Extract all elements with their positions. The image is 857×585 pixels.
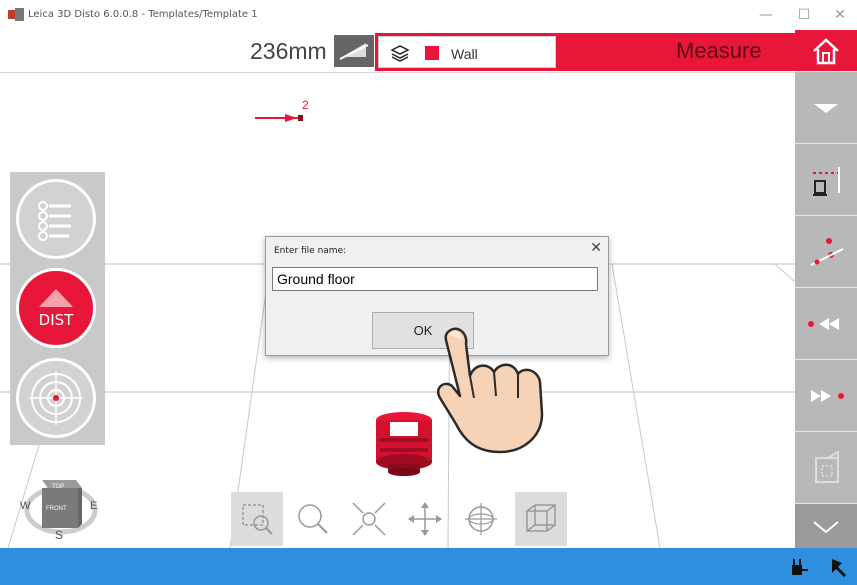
dialog-title: Enter file name: (274, 246, 347, 256)
zoom-extents-icon (352, 502, 386, 536)
height-measure-icon (813, 166, 840, 196)
close-window-button[interactable]: ✕ (826, 4, 854, 26)
next-point-button[interactable] (795, 360, 857, 432)
compass-west: W (20, 500, 31, 512)
list-icon (38, 201, 71, 241)
view-toolbar (231, 492, 567, 546)
scroll-down-button[interactable] (795, 504, 857, 550)
point-distance-button[interactable] (795, 216, 857, 288)
measured-point[interactable] (255, 114, 303, 122)
dist-label: DIST (38, 311, 74, 329)
compass-east: E (90, 500, 98, 512)
arrow-up-icon (39, 289, 73, 307)
layers-icon (390, 45, 410, 62)
chevron-down-icon (813, 520, 839, 533)
window-titlebar: Leica 3D Disto 6.0.0.8 - Templates/Templ… (0, 0, 857, 30)
file-name-input[interactable] (272, 267, 598, 291)
move-icon (408, 502, 442, 536)
point-to-point-icon (810, 237, 844, 266)
slope-button[interactable] (334, 35, 374, 67)
right-sidebar (795, 30, 857, 550)
home-icon (813, 37, 839, 64)
3d-view-button[interactable] (515, 492, 567, 546)
power-plug-icon (792, 559, 808, 575)
mode-label: Measure (676, 38, 762, 63)
pan-button[interactable] (399, 492, 451, 546)
pointing-hand-icon (436, 327, 544, 454)
status-bar (0, 548, 857, 585)
cube-icon (526, 504, 556, 532)
maximize-button[interactable]: ☐ (790, 4, 818, 26)
app-icon (8, 8, 24, 21)
height-tool-button[interactable] (795, 144, 857, 216)
minimize-button[interactable]: — (752, 4, 780, 26)
left-panel: DIST (10, 172, 105, 445)
view-cube[interactable]: TOP FRONT W E S (18, 468, 104, 544)
point-label: 2 (302, 98, 309, 112)
search-icon (298, 504, 328, 534)
chevron-down-icon (814, 103, 838, 113)
orbit-button[interactable] (455, 492, 507, 546)
compass-south: S (55, 528, 64, 542)
room-icon (815, 449, 839, 483)
zoom-window-icon (242, 504, 273, 535)
measurement-value: 236mm (250, 38, 327, 64)
connection-icon (832, 559, 846, 577)
cube-front-label: FRONT (46, 506, 67, 512)
menu-button[interactable] (16, 179, 96, 259)
zoom-extents-button[interactable] (343, 492, 395, 546)
fast-forward-icon (811, 389, 844, 402)
cube-top-label: TOP (52, 484, 65, 490)
previous-point-button[interactable] (795, 288, 857, 360)
slope-icon (339, 43, 369, 60)
zoom-button[interactable] (287, 492, 339, 546)
rewind-icon (808, 317, 839, 330)
target-icon (29, 371, 83, 425)
disto-device[interactable] (376, 412, 432, 476)
home-button[interactable] (795, 30, 857, 72)
layer-selector[interactable]: Wall (378, 36, 556, 68)
target-button[interactable] (16, 358, 96, 438)
layer-label: Wall (451, 46, 478, 62)
dist-button[interactable]: DIST (16, 268, 96, 348)
zoom-window-button[interactable] (231, 492, 283, 546)
orbit-icon (465, 503, 497, 535)
room-tool-button[interactable] (795, 432, 857, 504)
dialog-close-button[interactable]: ✕ (590, 240, 602, 256)
window-title: Leica 3D Disto 6.0.0.8 - Templates/Templ… (28, 9, 258, 20)
layer-color-swatch (425, 46, 439, 60)
collapse-down-button[interactable] (795, 72, 857, 144)
